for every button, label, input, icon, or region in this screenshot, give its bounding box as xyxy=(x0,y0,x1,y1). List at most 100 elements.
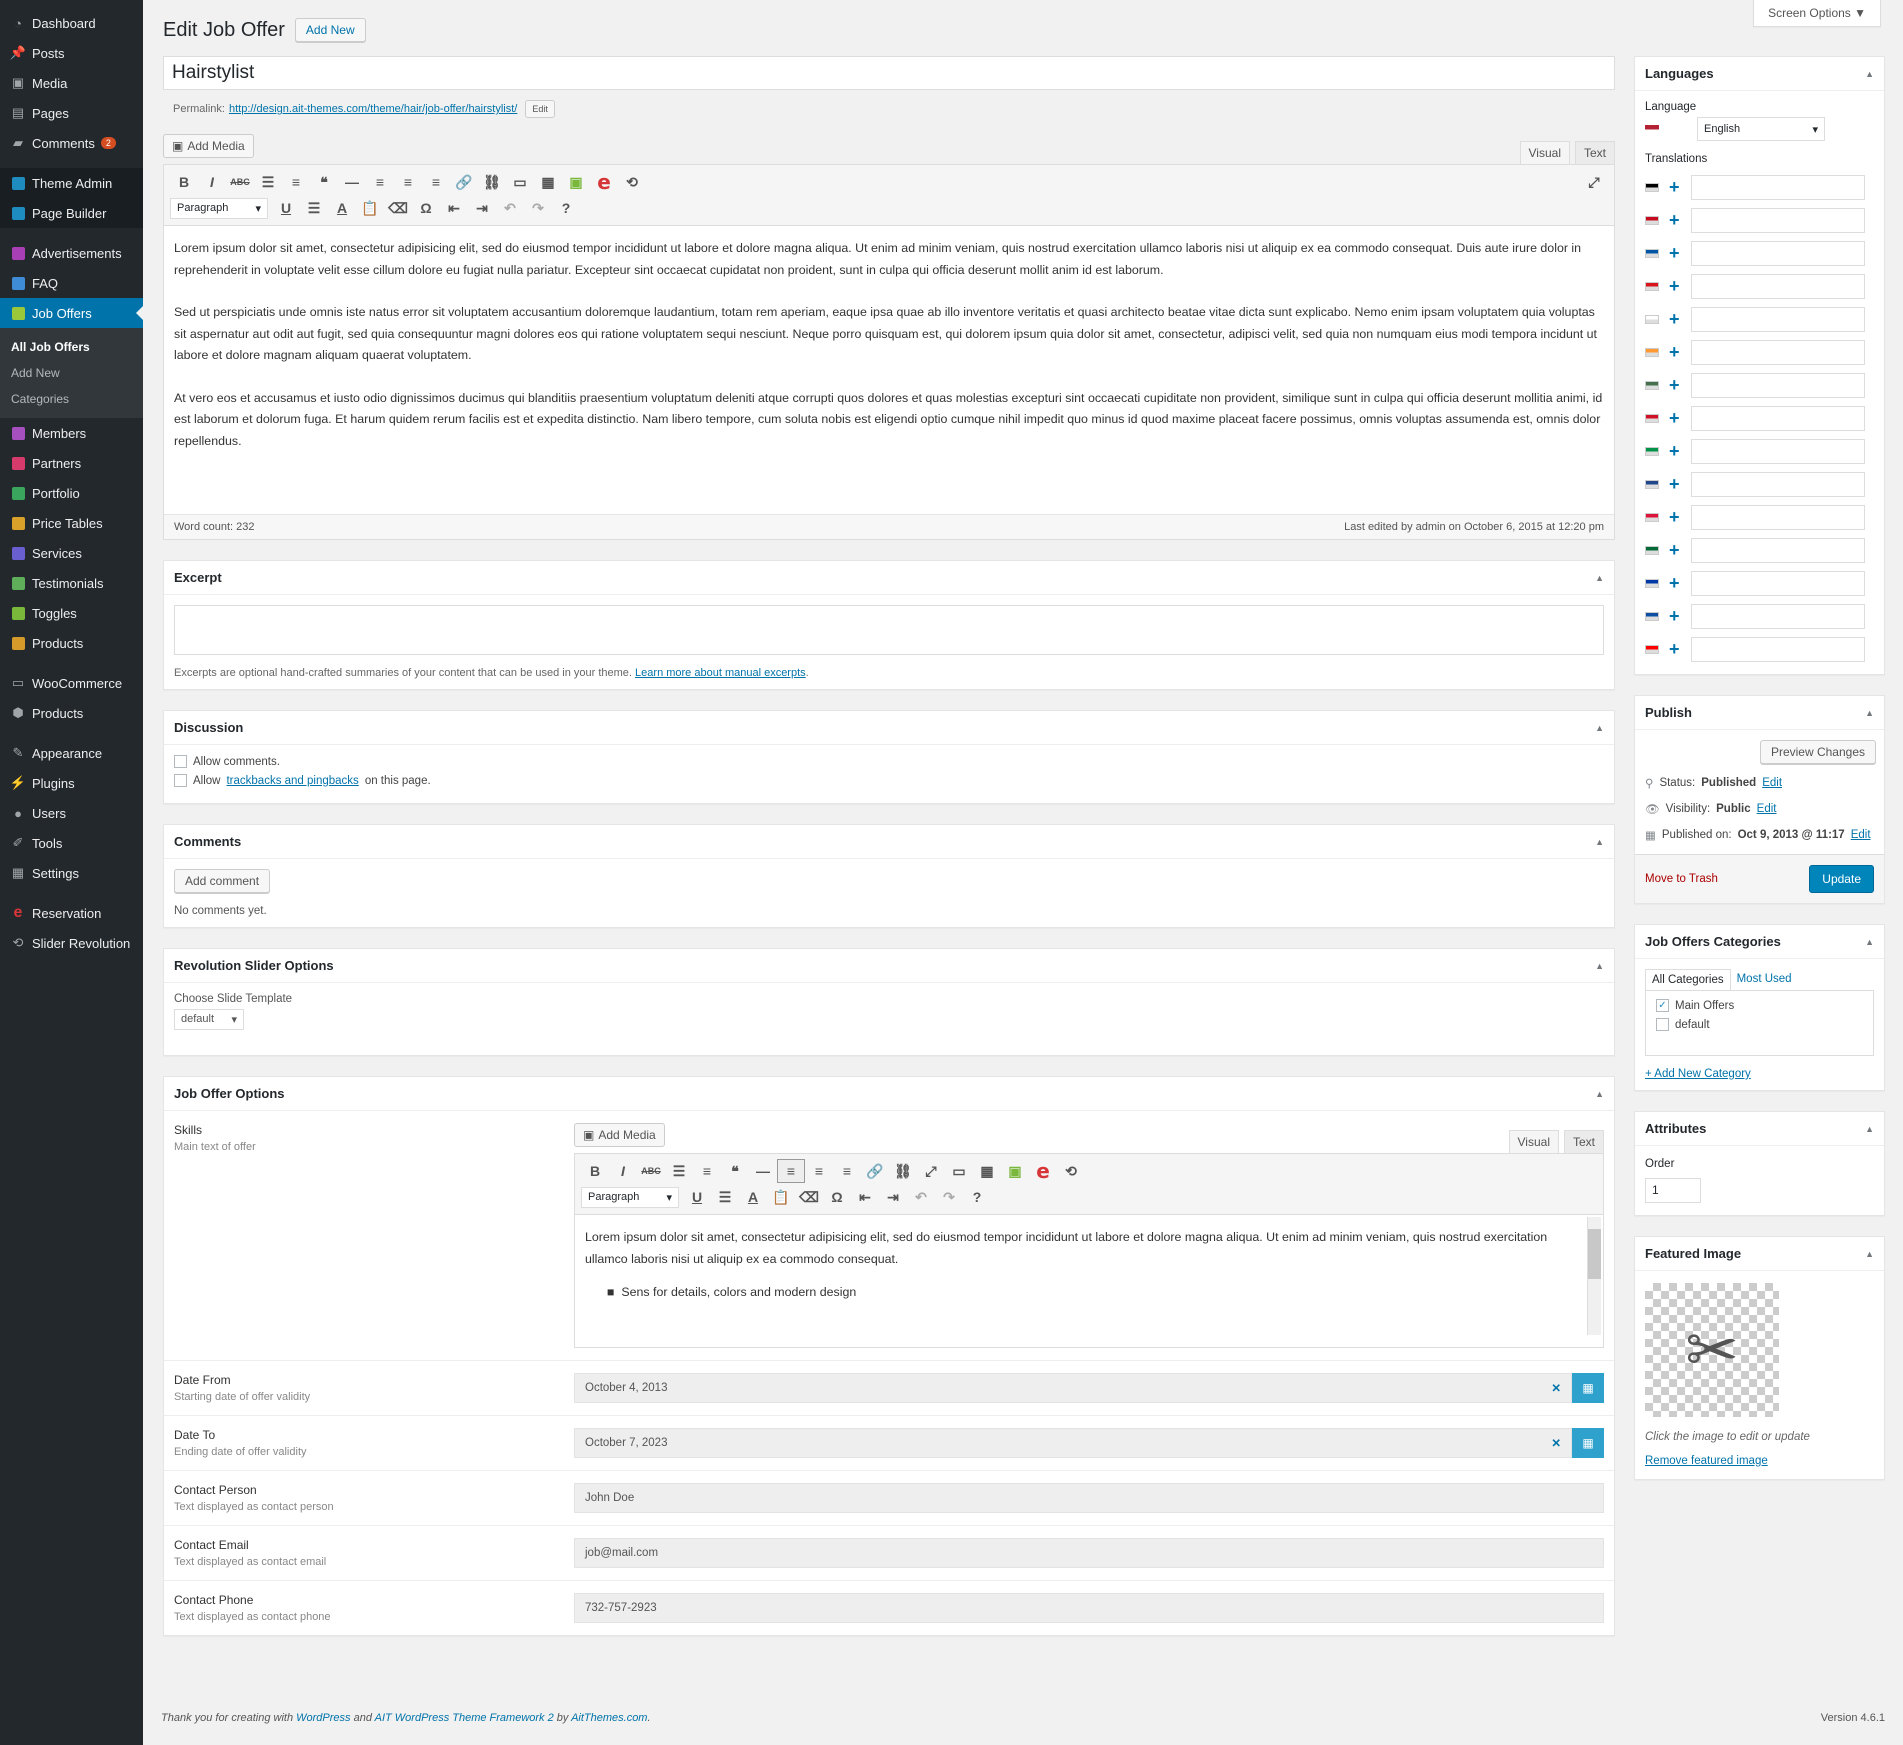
sidebar-item-comments[interactable]: ▰ Comments 2 xyxy=(0,128,143,158)
skills-add-media-button[interactable]: ▣ Add Media xyxy=(574,1123,665,1147)
numbered-list-icon[interactable]: ≡ xyxy=(693,1159,721,1183)
sidebar-item-appearance[interactable]: ✎ Appearance xyxy=(0,738,143,768)
blockquote-icon[interactable]: ❝ xyxy=(310,170,338,194)
tab-visual[interactable]: Visual xyxy=(1519,141,1570,164)
special-char-icon[interactable]: Ω xyxy=(412,196,440,220)
translation-input[interactable] xyxy=(1691,538,1865,563)
skills-format-select[interactable]: Paragraph ▾ xyxy=(581,1186,679,1208)
date-from-input[interactable]: October 4, 2013 ✕ xyxy=(574,1373,1572,1403)
sidebar-item-price-tables[interactable]: Price Tables xyxy=(0,508,143,538)
skills-content[interactable]: Lorem ipsum dolor sit amet, consectetur … xyxy=(575,1215,1603,1347)
collapse-arrow-icon[interactable]: ▲ xyxy=(1595,961,1604,971)
translation-input[interactable] xyxy=(1691,604,1865,629)
special-char-icon[interactable]: Ω xyxy=(823,1185,851,1209)
add-translation-icon[interactable]: + xyxy=(1669,375,1685,396)
sidebar-item-partners[interactable]: Partners xyxy=(0,448,143,478)
reservation-e-icon[interactable]: e xyxy=(590,170,618,194)
sidebar-item-woocommerce[interactable]: ▭ WooCommerce xyxy=(0,668,143,698)
job-options-header[interactable]: Job Offer Options ▲ xyxy=(164,1077,1614,1111)
collapse-arrow-icon[interactable]: ▲ xyxy=(1865,937,1874,947)
clear-icon[interactable]: ✕ xyxy=(1551,1381,1561,1395)
clear-format-icon[interactable]: ⌫ xyxy=(384,196,412,220)
translation-input[interactable] xyxy=(1691,175,1865,200)
sidebar-item-advertisements[interactable]: Advertisements xyxy=(0,238,143,268)
translation-input[interactable] xyxy=(1691,208,1865,233)
indent-icon[interactable]: ⇥ xyxy=(879,1185,907,1209)
screen-options-button[interactable]: Screen Options ▼ xyxy=(1753,0,1881,27)
post-title-input[interactable]: Hairstylist xyxy=(163,56,1615,90)
collapse-arrow-icon[interactable]: ▲ xyxy=(1865,69,1874,79)
read-more-icon[interactable]: ▭ xyxy=(945,1159,973,1183)
translation-input[interactable] xyxy=(1691,340,1865,365)
publish-header[interactable]: Publish ▲ xyxy=(1635,696,1884,730)
featured-image-header[interactable]: Featured Image ▲ xyxy=(1635,1237,1884,1271)
align-center-icon[interactable]: ≡ xyxy=(394,170,422,194)
redo-icon[interactable]: ↷ xyxy=(524,196,552,220)
translation-input[interactable] xyxy=(1691,406,1865,431)
collapse-arrow-icon[interactable]: ▲ xyxy=(1595,723,1604,733)
sidebar-item-tools[interactable]: ✐ Tools xyxy=(0,828,143,858)
tab-text[interactable]: Text xyxy=(1574,141,1615,164)
add-new-button[interactable]: Add New xyxy=(294,18,366,42)
italic-icon[interactable]: I xyxy=(198,170,226,194)
update-button[interactable]: Update xyxy=(1809,865,1874,893)
excerpt-header[interactable]: Excerpt ▲ xyxy=(164,561,1614,595)
add-translation-icon[interactable]: + xyxy=(1669,540,1685,561)
table-icon[interactable]: ▦ xyxy=(973,1159,1001,1183)
sidebar-item-job-offers[interactable]: Job Offers xyxy=(0,298,143,328)
attributes-header[interactable]: Attributes ▲ xyxy=(1635,1112,1884,1146)
add-translation-icon[interactable]: + xyxy=(1669,342,1685,363)
category-checkbox[interactable]: ✓ xyxy=(1656,999,1669,1012)
sidebar-item-faq[interactable]: FAQ xyxy=(0,268,143,298)
sidebar-item-page-builder[interactable]: Page Builder xyxy=(0,198,143,228)
discussion-header[interactable]: Discussion ▲ xyxy=(164,711,1614,745)
status-edit-link[interactable]: Edit xyxy=(1762,777,1782,789)
help-icon[interactable]: ? xyxy=(963,1185,991,1209)
sidebar-item-settings[interactable]: ▦ Settings xyxy=(0,858,143,888)
undo-icon[interactable]: ↶ xyxy=(907,1185,935,1209)
align-left-icon[interactable]: ≡ xyxy=(366,170,394,194)
submenu-item-categories[interactable]: Categories xyxy=(0,386,143,412)
published-edit-link[interactable]: Edit xyxy=(1851,829,1871,841)
redo-icon[interactable]: ↷ xyxy=(935,1185,963,1209)
read-more-icon[interactable]: ▭ xyxy=(506,170,534,194)
sidebar-item-slider-revolution[interactable]: ⟲ Slider Revolution xyxy=(0,928,143,958)
translation-input[interactable] xyxy=(1691,505,1865,530)
undo-icon[interactable]: ↶ xyxy=(496,196,524,220)
skills-tab-visual[interactable]: Visual xyxy=(1508,1130,1559,1153)
image-plugin-icon[interactable]: ▣ xyxy=(562,170,590,194)
sidebar-item-dashboard[interactable]: ◔ Dashboard xyxy=(0,8,143,38)
allow-comments-checkbox[interactable] xyxy=(174,755,187,768)
unlink-icon[interactable]: ⛓ xyxy=(889,1159,917,1183)
clear-format-icon[interactable]: ⌫ xyxy=(795,1185,823,1209)
skills-tab-text[interactable]: Text xyxy=(1563,1130,1604,1153)
help-icon[interactable]: ? xyxy=(552,196,580,220)
translation-input[interactable] xyxy=(1691,241,1865,266)
sidebar-item-products[interactable]: Products xyxy=(0,628,143,658)
strikethrough-icon[interactable]: ABC xyxy=(637,1159,665,1183)
add-translation-icon[interactable]: + xyxy=(1669,507,1685,528)
permalink-link[interactable]: http://design.ait-themes.com/theme/hair/… xyxy=(229,103,517,115)
add-new-category-link[interactable]: + Add New Category xyxy=(1645,1068,1751,1080)
translation-input[interactable] xyxy=(1691,472,1865,497)
add-translation-icon[interactable]: + xyxy=(1669,408,1685,429)
sidebar-item-reservation[interactable]: e Reservation xyxy=(0,898,143,928)
bullet-list-icon[interactable]: ☰ xyxy=(665,1159,693,1183)
fullscreen-icon[interactable]: ⤢ xyxy=(917,1159,945,1183)
tab-most-used[interactable]: Most Used xyxy=(1731,969,1798,990)
comments-header[interactable]: Comments ▲ xyxy=(164,825,1614,859)
blockquote-icon[interactable]: ❝ xyxy=(721,1159,749,1183)
sidebar-item-pages[interactable]: ▤ Pages xyxy=(0,98,143,128)
add-translation-icon[interactable]: + xyxy=(1669,441,1685,462)
add-translation-icon[interactable]: + xyxy=(1669,243,1685,264)
tab-all-categories[interactable]: All Categories xyxy=(1645,969,1731,990)
editor-content[interactable]: Lorem ipsum dolor sit amet, consectetur … xyxy=(164,226,1614,514)
add-translation-icon[interactable]: + xyxy=(1669,276,1685,297)
indent-icon[interactable]: ⇥ xyxy=(468,196,496,220)
sidebar-item-members[interactable]: Members xyxy=(0,418,143,448)
horizontal-line-icon[interactable]: — xyxy=(338,170,366,194)
collapse-arrow-icon[interactable]: ▲ xyxy=(1595,837,1604,847)
italic-icon[interactable]: I xyxy=(609,1159,637,1183)
footer-aitthemes-link[interactable]: AitThemes.com xyxy=(571,1712,647,1724)
add-translation-icon[interactable]: + xyxy=(1669,606,1685,627)
